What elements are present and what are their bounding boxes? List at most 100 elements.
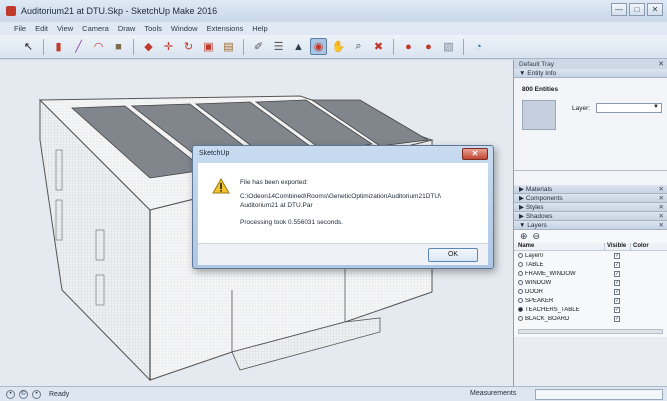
zoom-icon[interactable]: ⌕	[350, 38, 367, 55]
geolocation-icon[interactable]: •	[6, 389, 15, 399]
maximize-button[interactable]: □	[629, 3, 645, 16]
column-name[interactable]: Name	[514, 243, 604, 250]
move-icon[interactable]: ✛	[160, 38, 177, 55]
close-icon[interactable]: ✕	[659, 194, 664, 203]
ok-button[interactable]: OK	[428, 248, 478, 262]
layer-row[interactable]: BLACK_BOARD ✓	[514, 314, 667, 323]
active-layer-radio[interactable]	[518, 316, 523, 321]
send-to-layout-icon[interactable]: ▧	[440, 38, 457, 55]
layer-label: Layer:	[572, 105, 591, 112]
visible-checkbox[interactable]: ✓	[614, 306, 620, 313]
active-layer-radio[interactable]	[518, 307, 523, 312]
layer-row[interactable]: TEACHERS_TABLE ✓	[514, 305, 667, 314]
menu-help[interactable]: Help	[252, 24, 267, 33]
orbit-icon[interactable]: ◉	[310, 38, 327, 55]
visible-checkbox[interactable]: ✓	[614, 252, 620, 259]
text-icon[interactable]: ☰	[270, 38, 287, 55]
delete-layer-icon[interactable]: ⊖	[533, 231, 541, 242]
visible-checkbox[interactable]: ✓	[614, 297, 620, 304]
layers-header[interactable]: ▼ Layers ✕	[514, 221, 667, 230]
layer-select[interactable]: ▼	[596, 103, 662, 113]
materials-header[interactable]: ▶ Materials ✕	[514, 185, 667, 194]
menu-tools[interactable]: Tools	[144, 24, 162, 33]
menu-edit[interactable]: Edit	[35, 24, 48, 33]
status-text: Ready	[49, 390, 70, 398]
scale-icon[interactable]: ▣	[200, 38, 217, 55]
tape-icon[interactable]: ✐	[250, 38, 267, 55]
shadows-header[interactable]: ▶ Shadows ✕	[514, 212, 667, 221]
layer-row[interactable]: SPEAKER ✓	[514, 296, 667, 305]
line-icon[interactable]: ╱	[70, 38, 87, 55]
layer-row[interactable]: WINDOW ✓	[514, 278, 667, 287]
layers-panel: ⊕ ⊖ Name Visible Color Layer0 ✓ TABLE ✓ FR…	[514, 230, 667, 337]
warehouse-icon[interactable]: ●	[400, 38, 417, 55]
add-layer-icon[interactable]: ⊕	[520, 231, 528, 242]
close-icon[interactable]: ✕	[659, 221, 664, 230]
layer-name: TABLE	[525, 261, 544, 268]
chevron-down-icon: ▼	[653, 104, 659, 110]
entity-info-panel: 800 Entities Layer: ▼	[514, 78, 667, 171]
credits-icon[interactable]: ©	[19, 389, 28, 399]
menu-draw[interactable]: Draw	[118, 24, 136, 33]
dialog-footer: OK	[198, 243, 488, 265]
paint-icon[interactable]: ▲	[290, 38, 307, 55]
menu-bar: File Edit View Camera Draw Tools Window …	[0, 22, 667, 35]
layer-name: SPEAKER	[525, 297, 554, 304]
measurements-input[interactable]	[535, 389, 663, 400]
menu-file[interactable]: File	[14, 24, 26, 33]
layer-row[interactable]: DOOR ✓	[514, 287, 667, 296]
components-header[interactable]: ▶ Components ✕	[514, 194, 667, 203]
active-layer-radio[interactable]	[518, 271, 523, 276]
menu-camera[interactable]: Camera	[82, 24, 109, 33]
column-visible[interactable]: Visible	[604, 243, 630, 250]
active-layer-radio[interactable]	[518, 262, 523, 267]
close-window-button[interactable]: ✕	[647, 3, 663, 16]
close-icon[interactable]: ✕	[659, 185, 664, 194]
offset-icon[interactable]: ▤	[220, 38, 237, 55]
message-line-2: C:\Odeon14Combined\Rooms\GeneticOptimiza…	[240, 193, 441, 200]
push-pull-icon[interactable]: ◆	[140, 38, 157, 55]
eraser-icon[interactable]: ▮	[50, 38, 67, 55]
rotate-icon[interactable]: ↻	[180, 38, 197, 55]
active-layer-radio[interactable]	[518, 289, 523, 294]
select-icon[interactable]: ↖	[20, 38, 37, 55]
warning-icon	[212, 178, 230, 194]
layer-row[interactable]: FRAME_WINDOW ✓	[514, 269, 667, 278]
layout-icon[interactable]: ◔	[470, 38, 487, 55]
layer-row[interactable]: TABLE ✓	[514, 260, 667, 269]
minimize-button[interactable]: —	[611, 3, 627, 16]
visible-checkbox[interactable]: ✓	[614, 261, 620, 268]
layer-name: BLACK_BOARD	[525, 315, 570, 322]
dialog-close-button[interactable]: ✕	[462, 148, 488, 160]
active-layer-radio[interactable]	[518, 298, 523, 303]
active-layer-radio[interactable]	[518, 253, 523, 258]
visible-checkbox[interactable]: ✓	[614, 315, 620, 322]
active-layer-radio[interactable]	[518, 280, 523, 285]
message-line-4: Processing took 0.556031 seconds.	[240, 219, 343, 226]
sketchup-app-icon	[6, 6, 16, 16]
shadows-label: Shadows	[525, 213, 553, 220]
menu-window[interactable]: Window	[171, 24, 198, 33]
menu-extensions[interactable]: Extensions	[207, 24, 244, 33]
entity-info-header[interactable]: ▼ Entity Info	[514, 69, 667, 78]
layer-row[interactable]: Layer0 ✓	[514, 251, 667, 260]
components-label: Components	[525, 195, 563, 202]
pan-icon[interactable]: ✋	[330, 38, 347, 55]
visible-checkbox[interactable]: ✓	[614, 279, 620, 286]
pin-icon[interactable]: ✕	[658, 60, 664, 69]
column-color[interactable]: Color	[630, 243, 656, 250]
shape-icon[interactable]: ■	[110, 38, 127, 55]
visible-checkbox[interactable]: ✓	[614, 270, 620, 277]
title-bar: Auditorium21 at DTU.Skp - SketchUp Make …	[0, 0, 667, 22]
menu-view[interactable]: View	[57, 24, 73, 33]
close-icon[interactable]: ✕	[659, 203, 664, 212]
styles-header[interactable]: ▶ Styles ✕	[514, 203, 667, 212]
user-icon[interactable]: •	[32, 389, 41, 399]
close-icon[interactable]: ✕	[659, 212, 664, 221]
zoom-extents-icon[interactable]: ✖	[370, 38, 387, 55]
extension-warehouse-icon[interactable]: ●	[420, 38, 437, 55]
visible-checkbox[interactable]: ✓	[614, 288, 620, 295]
toolbar: ↖ ▮ ╱ ◠ ■ ◆ ✛ ↻ ▣ ▤ ✐ ☰ ▲ ◉ ✋ ⌕ ✖ ● ● ▧ …	[0, 35, 667, 59]
arc-icon[interactable]: ◠	[90, 38, 107, 55]
horizontal-scrollbar[interactable]	[518, 329, 663, 334]
